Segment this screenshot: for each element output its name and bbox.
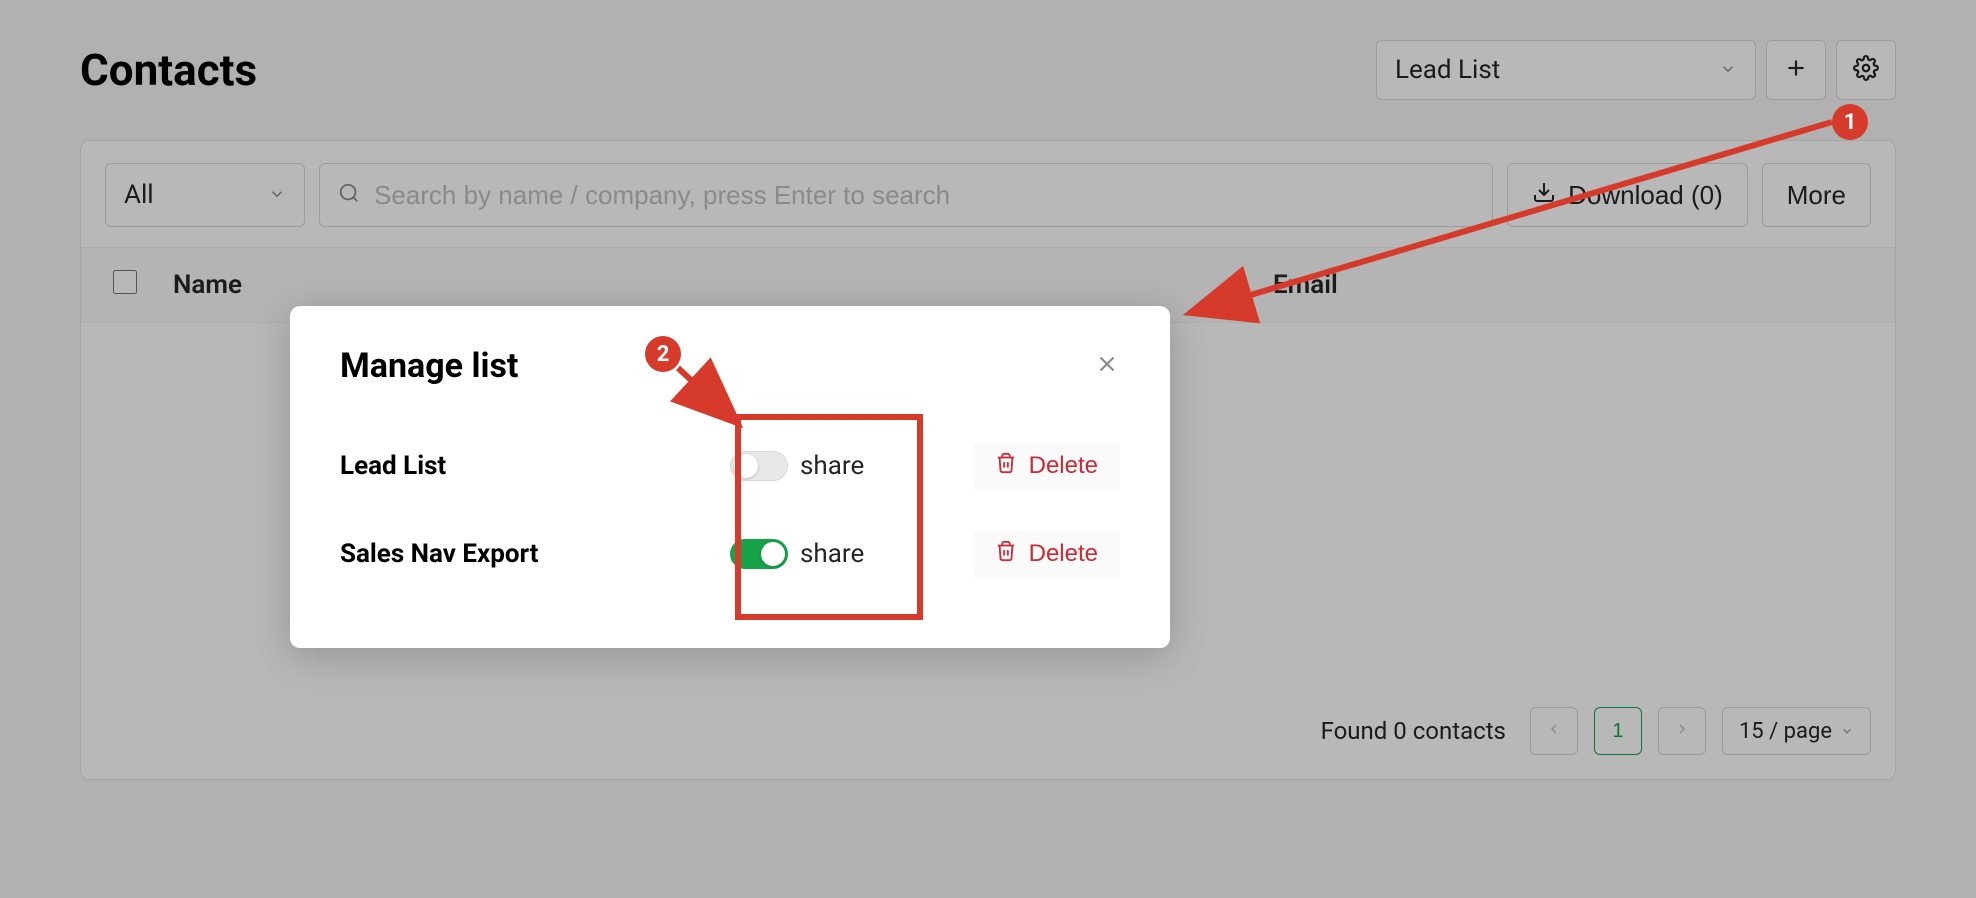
modal-close-button[interactable] <box>1094 351 1120 381</box>
annotation-badge-1: 1 <box>1832 104 1868 140</box>
trash-icon <box>995 540 1017 569</box>
delete-list-button[interactable]: Delete <box>973 530 1120 579</box>
list-name: Lead List <box>340 451 730 481</box>
modal-header: Manage list <box>340 346 1120 386</box>
list-name: Sales Nav Export <box>340 539 730 569</box>
modal-title: Manage list <box>340 346 518 386</box>
close-icon <box>1094 362 1120 381</box>
list-row: Sales Nav Export share Delete <box>340 510 1120 598</box>
delete-list-button[interactable]: Delete <box>973 442 1120 491</box>
annotation-highlight-box <box>735 414 923 620</box>
delete-label: Delete <box>1029 452 1098 480</box>
delete-label: Delete <box>1029 540 1098 568</box>
trash-icon <box>995 452 1017 481</box>
annotation-badge-2: 2 <box>645 336 681 372</box>
list-row: Lead List share Delete <box>340 422 1120 510</box>
manage-list-modal: Manage list Lead List share Delete Sales… <box>290 306 1170 648</box>
